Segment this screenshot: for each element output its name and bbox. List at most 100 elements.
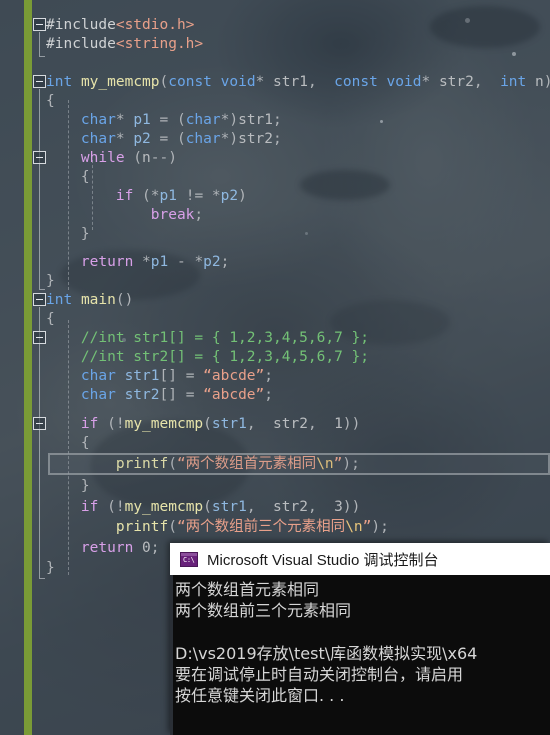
code-line[interactable]: char* p2 = (char*)str2;	[46, 130, 282, 149]
code-token: #include	[46, 17, 116, 33]
code-token: char	[185, 131, 221, 147]
code-line[interactable]: {	[46, 92, 55, 111]
code-token: 3	[334, 499, 343, 515]
code-token: (!	[98, 416, 125, 432]
code-token: *)	[220, 112, 239, 128]
code-token: <stdio.h>	[115, 17, 195, 33]
code-token: #include	[46, 36, 116, 52]
code-token: p2	[133, 131, 151, 147]
code-token: = (	[150, 131, 186, 147]
code-token: str2	[124, 387, 160, 403]
code-token: ;	[273, 131, 282, 147]
code-token: my_memcmp	[80, 74, 160, 90]
code-token: char	[46, 387, 116, 403]
code-line[interactable]: {	[46, 310, 55, 329]
code-token: ;	[194, 207, 204, 223]
code-token: ))	[342, 499, 361, 515]
code-token: str2	[273, 499, 308, 515]
code-token: p1	[159, 188, 177, 204]
code-line[interactable]: if (*p1 != *p2)	[46, 187, 247, 206]
code-token: != *	[176, 188, 221, 204]
code-line[interactable]: }	[46, 559, 55, 578]
code-line[interactable]: break;	[46, 206, 203, 225]
code-line[interactable]: }	[46, 225, 90, 244]
code-line[interactable]: int my_memcmp(const void* str1, const vo…	[46, 73, 550, 92]
selected-line-highlight	[48, 453, 550, 475]
code-token: *	[421, 74, 439, 90]
code-token: - *	[168, 254, 204, 270]
console-window[interactable]: C:\ Microsoft Visual Studio 调试控制台 https:…	[170, 543, 550, 735]
code-line[interactable]: printf(“两个数组前三个元素相同\n”);	[46, 518, 389, 537]
code-token: *	[255, 74, 274, 90]
code-token: break	[46, 207, 195, 223]
code-fold-toggle-icon[interactable]	[33, 18, 46, 31]
code-token: str1	[211, 416, 247, 432]
code-line[interactable]: //int str2[] = { 1,2,3,4,5,6,7 };	[46, 348, 369, 367]
code-token: --)	[150, 150, 177, 166]
code-line[interactable]: }	[46, 477, 90, 496]
code-token: p2	[203, 254, 221, 270]
console-output-area[interactable]: https://blog.csdn.net/JunFengYiHan 两个数组首…	[170, 575, 550, 735]
code-token: );	[371, 519, 389, 535]
code-line[interactable]: }	[46, 272, 55, 291]
code-token: //int str1[] = { 1,2,3,4,5,6,7 };	[46, 330, 370, 346]
code-fold-toggle-icon[interactable]	[33, 151, 46, 164]
code-token: }	[46, 273, 55, 289]
code-token: my_memcmp	[124, 416, 204, 432]
code-token: }	[46, 226, 90, 242]
code-token: if	[46, 188, 134, 204]
code-line[interactable]: #include<stdio.h>	[46, 16, 194, 35]
code-fold-toggle-icon[interactable]	[33, 293, 46, 306]
code-line[interactable]: while (n--)	[46, 149, 177, 168]
screenshot-root: #include<stdio.h> #include<string.h> int m…	[0, 0, 550, 735]
code-token: }	[46, 560, 55, 576]
code-token: {	[46, 435, 90, 451]
code-fold-toggle-icon[interactable]	[33, 75, 46, 88]
code-token: *	[133, 254, 151, 270]
console-output-line: 要在调试停止时自动关闭控制台，请启用	[175, 665, 464, 684]
code-line[interactable]: if (!my_memcmp(str1, str2, 3))	[46, 498, 360, 517]
console-title-text: Microsoft Visual Studio 调试控制台	[207, 551, 439, 569]
code-token: const	[334, 74, 378, 90]
code-token: 1	[334, 416, 343, 432]
code-token: ,	[246, 416, 274, 432]
code-token: ;	[220, 254, 230, 270]
console-output-line: D:\vs2019存放\test\库函数模拟实现\x64	[175, 644, 478, 663]
code-token: ,	[307, 499, 335, 515]
code-token: char	[185, 112, 221, 128]
code-line[interactable]: if (!my_memcmp(str1, str2, 1))	[46, 415, 360, 434]
code-token: = (	[150, 112, 186, 128]
code-token: const	[168, 74, 212, 90]
code-token: }	[46, 478, 90, 494]
console-output-line: 按任意键关闭此窗口. . .	[175, 686, 345, 705]
code-token: {	[46, 311, 55, 327]
code-token: p1	[150, 254, 169, 270]
code-token: int	[46, 292, 73, 308]
code-token: [] =	[159, 387, 204, 403]
code-token: ;	[150, 540, 160, 556]
code-line[interactable]: {	[46, 168, 90, 187]
code-token: while	[46, 150, 125, 166]
code-fold-toggle-icon[interactable]	[33, 331, 46, 344]
code-line[interactable]: char str1[] = “abcde”;	[46, 367, 273, 386]
code-line[interactable]: char* p1 = (char*)str1;	[46, 111, 282, 130]
console-title-bar[interactable]: C:\ Microsoft Visual Studio 调试控制台	[170, 543, 550, 575]
code-line[interactable]: #include<string.h>	[46, 35, 203, 54]
code-token: char	[46, 368, 116, 384]
code-token: <string.h>	[115, 36, 204, 52]
code-token: *)	[220, 131, 239, 147]
code-token: ,	[307, 416, 335, 432]
code-line[interactable]: int main()	[46, 291, 133, 310]
code-line[interactable]: return *p1 - *p2;	[46, 253, 229, 272]
code-token: n	[535, 74, 544, 90]
code-line[interactable]: return 0;	[46, 539, 160, 558]
code-line[interactable]: {	[46, 434, 90, 453]
code-token: return	[46, 540, 134, 556]
code-fold-toggle-icon[interactable]	[33, 417, 46, 430]
code-token: ()	[115, 292, 134, 308]
code-line[interactable]: //int str1[] = { 1,2,3,4,5,6,7 };	[46, 329, 369, 348]
code-line[interactable]: char str2[] = “abcde”;	[46, 386, 273, 405]
